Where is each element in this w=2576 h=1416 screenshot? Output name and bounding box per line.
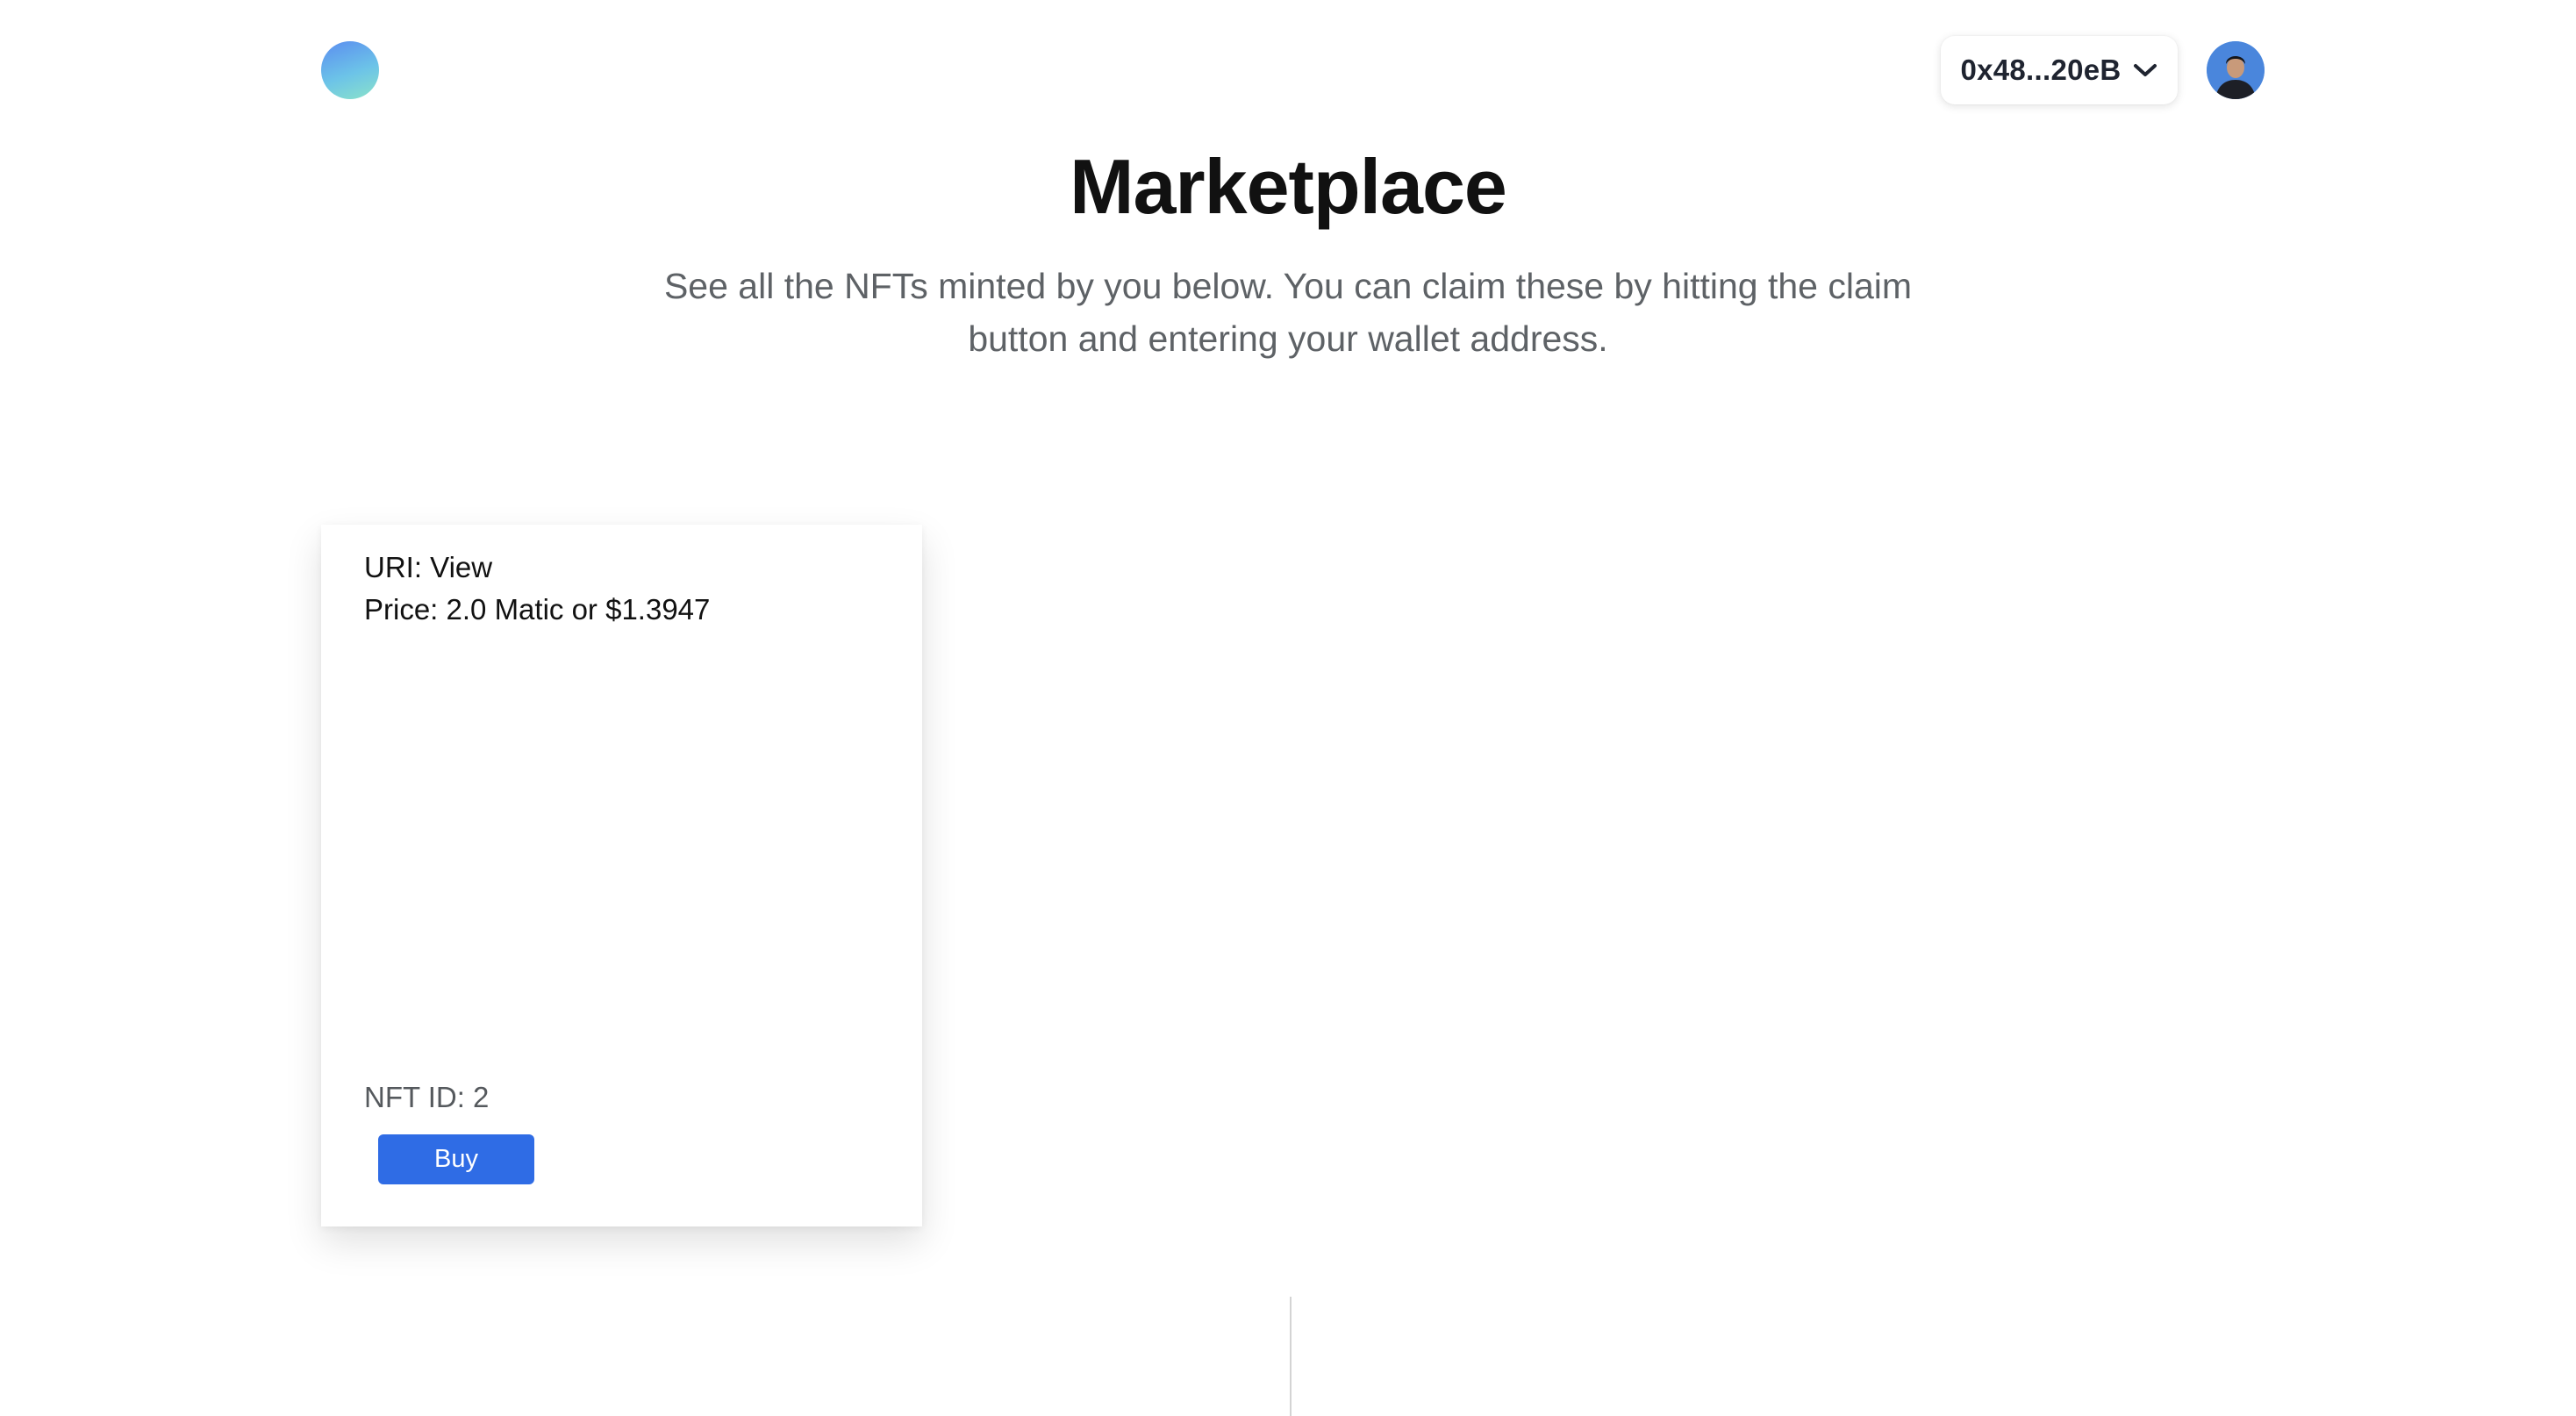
wallet-address: 0x48...20eB [1960,54,2122,86]
avatar[interactable] [2207,41,2265,99]
divider [1290,1297,1292,1416]
nft-card: URI: View Price: 2.0 Matic or $1.3947 NF… [321,525,922,1226]
page-title: Marketplace [1070,143,1507,230]
nft-uri[interactable]: URI: View [364,551,492,584]
page-subtitle: See all the NFTs minted by you below. Yo… [663,266,1913,359]
chevron-down-icon [2132,61,2158,79]
wallet-dropdown-button[interactable]: 0x48...20eB [1941,36,2178,104]
app-logo[interactable] [321,41,379,99]
nft-id: NFT ID: 2 [364,1081,490,1113]
nft-price: Price: 2.0 Matic or $1.3947 [364,593,711,626]
buy-button[interactable]: Buy [378,1134,534,1184]
